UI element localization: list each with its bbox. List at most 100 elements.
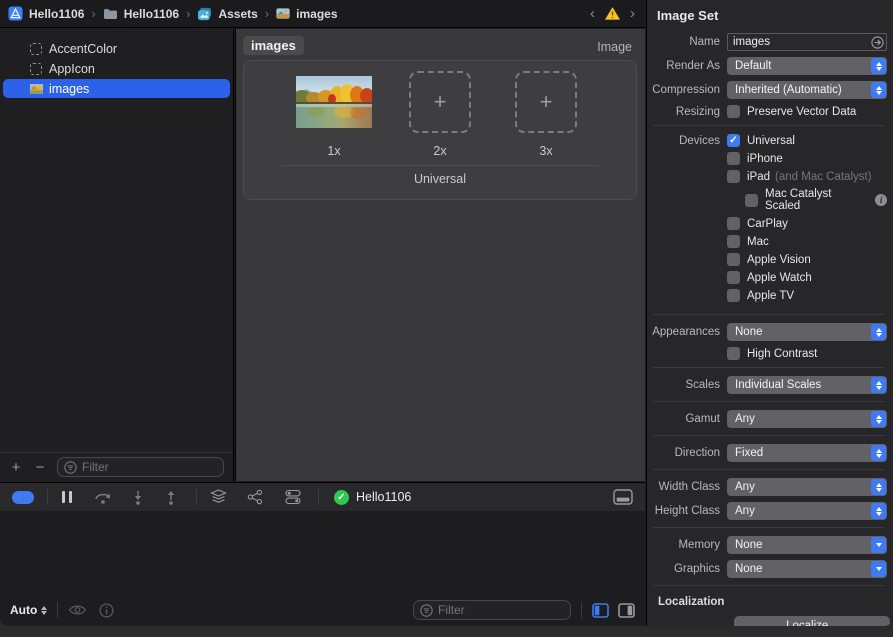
name-input[interactable]: images <box>727 33 887 51</box>
step-into-icon[interactable] <box>131 490 145 505</box>
device-checkbox[interactable] <box>727 235 740 248</box>
render-as-select[interactable]: Default <box>727 57 887 75</box>
separator <box>653 401 885 402</box>
sidebar-item-accentcolor[interactable]: AccentColor <box>3 39 230 58</box>
graphics-row: Graphics None <box>651 560 887 578</box>
chevron-up-down-icon <box>871 503 886 519</box>
variables-pane-toggle-icon[interactable] <box>592 602 609 618</box>
sidebar-footer: + − Filter <box>0 452 233 481</box>
device-checkbox[interactable] <box>745 193 758 207</box>
console-pane-toggle-icon[interactable] <box>618 602 635 618</box>
divider <box>47 489 48 505</box>
separator <box>653 125 885 126</box>
warning-triangle-icon[interactable] <box>604 6 621 21</box>
step-out-icon[interactable] <box>164 490 178 505</box>
add-asset-button[interactable]: + <box>9 460 23 475</box>
gamut-label: Gamut <box>685 413 720 425</box>
device-row: iPad (and Mac Catalyst) <box>727 170 887 183</box>
asset-image-1x[interactable] <box>296 76 372 128</box>
device-label: iPhone <box>747 152 783 165</box>
appearances-select[interactable]: None <box>727 323 887 341</box>
graphics-select[interactable]: None <box>727 560 887 578</box>
console-mode-select[interactable]: Auto <box>10 603 48 617</box>
console-filter-input[interactable]: Filter <box>413 600 571 620</box>
compression-select[interactable]: Inherited (Automatic) <box>727 81 887 99</box>
divider <box>57 602 59 618</box>
device-checkbox[interactable] <box>727 152 740 165</box>
compression-label: Compression <box>652 84 720 96</box>
high-contrast-checkbox[interactable] <box>727 347 740 360</box>
project-icon <box>8 6 23 21</box>
filter-icon <box>64 460 77 474</box>
separator <box>653 314 885 315</box>
step-over-icon[interactable] <box>94 490 112 505</box>
slot-2x: + 2x <box>402 68 478 158</box>
breadcrumb-project[interactable]: Hello1106 <box>8 6 84 21</box>
width-class-row: Width Class Any <box>651 478 887 496</box>
empty-slot-3x[interactable]: + <box>515 71 577 133</box>
info-icon[interactable]: i <box>875 194 887 206</box>
device-label: Apple Vision <box>747 253 811 266</box>
back-button[interactable]: ‹ <box>588 6 597 21</box>
environment-overrides-icon[interactable] <box>285 489 301 505</box>
gamut-select[interactable]: Any <box>727 410 887 428</box>
breadcrumb-group[interactable]: Hello1106 <box>103 7 179 21</box>
empty-slot-2x[interactable]: + <box>409 71 471 133</box>
group-divider <box>282 165 598 166</box>
device-checkbox[interactable] <box>727 170 740 183</box>
compression-value: Inherited (Automatic) <box>735 84 842 96</box>
filter-placeholder: Filter <box>82 460 109 474</box>
device-label: iPad <box>747 170 771 183</box>
forward-button[interactable]: › <box>628 6 637 21</box>
breadcrumb-separator: › <box>186 6 191 21</box>
direction-select[interactable]: Fixed <box>727 444 887 462</box>
memory-graph-icon[interactable] <box>247 489 263 505</box>
localize-button[interactable]: Localize... <box>734 616 890 626</box>
remove-asset-button[interactable]: − <box>33 460 47 475</box>
sidebar-item-images[interactable]: images <box>3 79 230 98</box>
high-contrast-control: High Contrast <box>727 347 887 360</box>
breadcrumb-label: Hello1106 <box>123 6 180 21</box>
view-hierarchy-icon[interactable] <box>210 489 227 505</box>
asset-sidebar: AccentColor AppIcon images + − Filter <box>0 29 234 481</box>
universal-group-box: 1x + 2x + 3x Universal <box>243 60 637 200</box>
image-set-title: images <box>243 36 304 55</box>
divider <box>318 489 319 505</box>
preserve-vector-label: Preserve Vector Data <box>747 105 857 118</box>
breadcrumb-imageset[interactable]: images <box>276 7 338 21</box>
breadcrumb-assets[interactable]: Assets <box>197 7 258 21</box>
scale-label-3x: 3x <box>539 144 553 158</box>
eye-icon[interactable] <box>68 604 87 616</box>
devices-row: Devices Universal iPhone iPad (and Mac Cata… <box>651 134 887 307</box>
separator <box>653 527 885 528</box>
gamut-value: Any <box>735 413 755 425</box>
device-checkbox[interactable] <box>727 217 740 230</box>
height-class-select[interactable]: Any <box>727 502 887 520</box>
scales-select[interactable]: Individual Scales <box>727 376 887 394</box>
device-label: CarPlay <box>747 217 788 230</box>
hide-debug-area-icon[interactable] <box>613 489 633 505</box>
breakpoints-toggle-icon[interactable] <box>12 490 34 504</box>
device-checkbox[interactable] <box>727 253 740 266</box>
memory-select[interactable]: None <box>727 536 887 554</box>
run-status[interactable]: ✓ Hello1106 <box>334 489 411 505</box>
xcode-window: Hello1106 › Hello1106 › Assets › images … <box>0 0 893 626</box>
jump-arrow-icon[interactable] <box>871 35 884 49</box>
preserve-vector-checkbox[interactable] <box>727 105 740 118</box>
sidebar-item-appicon[interactable]: AppIcon <box>3 59 230 78</box>
pause-icon[interactable] <box>61 490 73 504</box>
sidebar-filter-input[interactable]: Filter <box>57 457 224 477</box>
dashed-swatch-icon <box>29 42 43 55</box>
device-checkbox[interactable] <box>727 271 740 284</box>
device-row: CarPlay <box>727 217 887 230</box>
chevron-up-down-icon <box>871 445 886 461</box>
slot-3x: + 3x <box>508 68 584 158</box>
width-class-select[interactable]: Any <box>727 478 887 496</box>
device-checkbox[interactable] <box>727 134 740 147</box>
width-class-label: Width Class <box>658 481 720 493</box>
memory-label: Memory <box>678 539 720 551</box>
device-checkbox[interactable] <box>727 289 740 302</box>
breadcrumb-separator: › <box>91 6 96 21</box>
info-icon[interactable] <box>99 602 114 618</box>
chevron-up-down-icon <box>871 411 886 427</box>
